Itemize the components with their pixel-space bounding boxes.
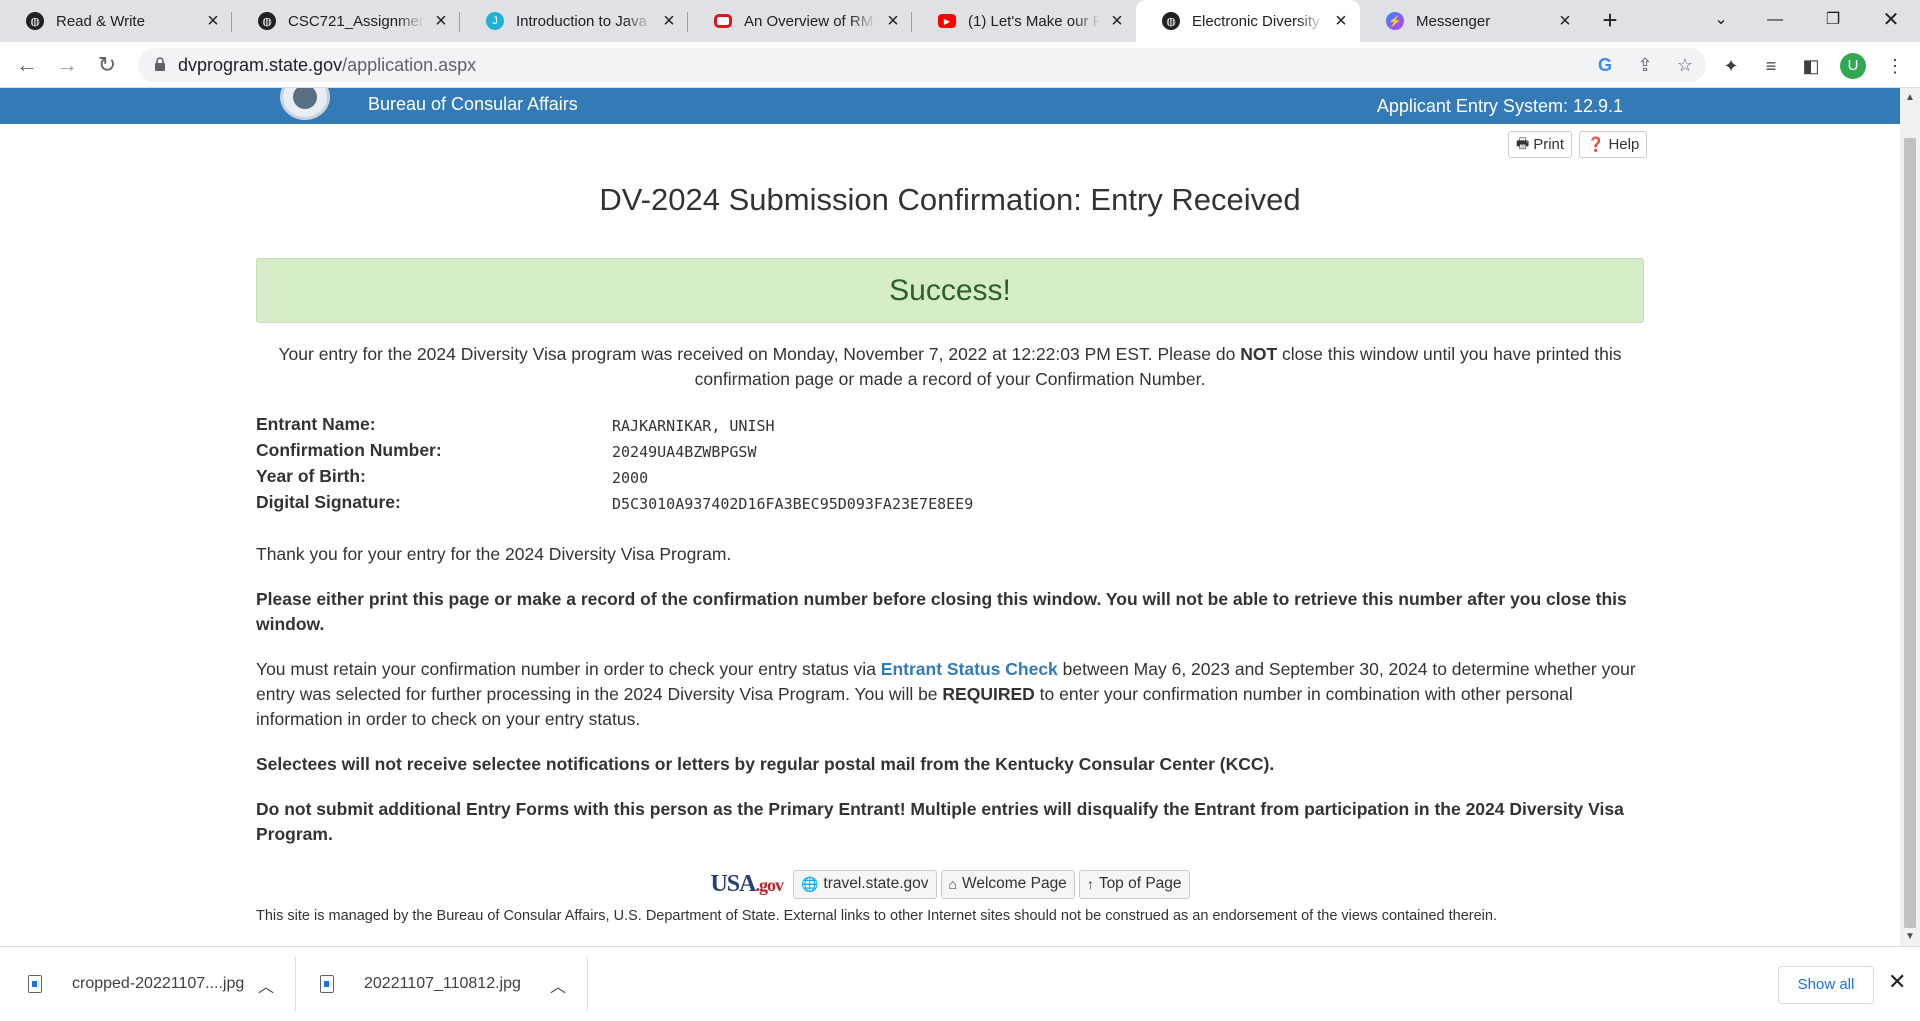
google-lens-icon[interactable]: G xyxy=(1594,54,1616,76)
retain-notice: You must retain your confirmation number… xyxy=(256,659,1636,729)
selectees-notice: Selectees will not receive selectee noti… xyxy=(256,754,1275,774)
close-icon[interactable]: × xyxy=(1556,10,1574,33)
usa-gov-logo[interactable]: USA.gov xyxy=(710,871,783,898)
youtube-icon: ▶ xyxy=(938,14,956,28)
menu-kebab-icon[interactable]: ⋮ xyxy=(1884,55,1906,77)
scrollbar-thumb[interactable] xyxy=(1904,138,1916,928)
chevron-up-icon[interactable]: ︿ xyxy=(258,973,274,997)
reload-button[interactable]: ↻ xyxy=(92,50,122,80)
url-text: dvprogram.state.gov/application.aspx xyxy=(178,55,476,76)
confirmation-number-value: 20249UA4BZWBPGSW xyxy=(612,443,757,461)
back-button[interactable]: ← xyxy=(12,50,42,80)
site-header-bar: Bureau of Consular Affairs Applicant Ent… xyxy=(0,88,1900,124)
window-close-button[interactable]: ✕ xyxy=(1866,0,1916,42)
tab-youtube[interactable]: ▶ (1) Let's Make our Project × xyxy=(912,0,1136,42)
bureau-name: Bureau of Consular Affairs xyxy=(368,94,578,114)
download-item-1[interactable]: cropped-20221107....jpg xyxy=(28,947,244,1021)
messenger-icon: ⚡ xyxy=(1386,12,1404,30)
globe-icon: ◍ xyxy=(258,12,276,30)
close-icon[interactable]: × xyxy=(204,10,222,33)
thanks-text: Thank you for your entry for the 2024 Di… xyxy=(256,544,732,564)
close-icon[interactable]: × xyxy=(660,10,678,33)
tab-read-write[interactable]: ◍ Read & Write × xyxy=(0,0,232,42)
birth-year-value: 2000 xyxy=(612,469,649,487)
image-file-icon xyxy=(320,975,334,993)
page-title: DV-2024 Submission Confirmation: Entry R… xyxy=(599,182,1301,217)
digital-signature-value: D5C3010A937402D16FA3BEC95D093FA23E7E8EE9 xyxy=(612,495,974,513)
top-of-page-button[interactable]: ↑ Top of Page xyxy=(1078,869,1190,899)
page-scrollbar[interactable]: ▲ ▼ xyxy=(1900,88,1920,946)
received-notice: Your entry for the 2024 Diversity Visa p… xyxy=(278,344,1622,389)
download-divider xyxy=(587,957,588,1011)
scroll-down-arrow-icon[interactable]: ▼ xyxy=(1904,931,1916,942)
tab-strip: ◍ Read & Write × ◍ CSC721_Assignment3 × … xyxy=(0,0,1920,42)
detail-row-confirmation: Confirmation Number: 20249UA4BZWBPGSW xyxy=(256,440,757,461)
tab-java-rmi[interactable]: J Introduction to Java RMI × xyxy=(460,0,688,42)
scroll-up-arrow-icon[interactable]: ▲ xyxy=(1904,92,1916,103)
travel-state-gov-button[interactable]: 🌐 travel.state.gov xyxy=(792,869,937,899)
url-host: dvprogram.state.gov xyxy=(178,55,343,75)
department-seal-logo xyxy=(280,88,330,120)
globe-icon: 🌐 xyxy=(800,875,819,892)
side-panel-icon[interactable]: ◧ xyxy=(1800,55,1822,77)
oracle-icon xyxy=(714,14,732,28)
tab-messenger[interactable]: ⚡ Messenger × xyxy=(1360,0,1584,42)
home-icon: ⌂ xyxy=(948,876,957,892)
close-icon[interactable]: × xyxy=(884,10,902,33)
system-version: Applicant Entry System: 12.9.1 xyxy=(1376,96,1623,116)
close-download-bar-icon[interactable]: ✕ xyxy=(1888,969,1906,995)
tab-electronic-dv[interactable]: ◍ Electronic Diversity Visa × xyxy=(1136,0,1360,42)
image-file-icon xyxy=(28,975,42,993)
close-icon[interactable]: × xyxy=(1108,10,1126,33)
browser-toolbar: ← → ↻ dvprogram.state.gov/application.as… xyxy=(0,42,1920,88)
question-circle-icon: ❓ xyxy=(1587,136,1605,152)
close-icon[interactable]: × xyxy=(1332,10,1350,33)
detail-row-signature: Digital Signature: D5C3010A937402D16FA3B… xyxy=(256,492,974,513)
media-control-icon[interactable]: ≡ xyxy=(1760,55,1782,77)
globe-icon: ◍ xyxy=(1162,12,1180,30)
page-viewport: Bureau of Consular Affairs Applicant Ent… xyxy=(0,88,1900,946)
chevron-up-icon[interactable]: ︿ xyxy=(550,973,566,997)
welcome-page-button[interactable]: ⌂ Welcome Page xyxy=(940,869,1075,899)
help-button[interactable]: ❓ Help xyxy=(1579,131,1648,158)
detail-row-name: Entrant Name: RAJKARNIKAR, UNISH xyxy=(256,414,775,435)
url-path: /application.aspx xyxy=(342,55,477,75)
footer-links: USA.gov 🌐 travel.state.gov ⌂ Welcome Page … xyxy=(0,868,1900,900)
restore-button[interactable]: ❐ xyxy=(1808,0,1858,42)
lock-icon xyxy=(155,57,165,71)
entrant-name-value: RAJKARNIKAR, UNISH xyxy=(612,417,775,435)
close-icon[interactable]: × xyxy=(432,10,450,33)
download-bar: cropped-20221107....jpg ︿ 20221107_11081… xyxy=(0,946,1920,1020)
entrant-status-check-link[interactable]: Entrant Status Check xyxy=(881,659,1058,679)
print-warning: Please either print this page or make a … xyxy=(256,589,1627,634)
show-all-button[interactable]: Show all xyxy=(1778,966,1874,1004)
address-bar[interactable]: dvprogram.state.gov/application.aspx G ⇪… xyxy=(138,48,1706,82)
download-item-2[interactable]: 20221107_110812.jpg xyxy=(320,947,521,1021)
extensions-icon[interactable]: ✦ xyxy=(1720,55,1742,77)
profile-avatar[interactable]: U xyxy=(1840,53,1866,79)
site-disclaimer: This site is managed by the Bureau of Co… xyxy=(256,908,1497,924)
entry-details: Entrant Name: RAJKARNIKAR, UNISH Confirm… xyxy=(256,414,1356,518)
minimize-button[interactable]: — xyxy=(1750,0,1800,42)
download-divider xyxy=(295,957,296,1011)
tab-rmi-overview[interactable]: An Overview of RMI Applications × xyxy=(688,0,912,42)
new-tab-button[interactable]: + xyxy=(1598,0,1622,42)
forward-button[interactable]: → xyxy=(52,50,82,80)
print-button[interactable]: 🖶 Print xyxy=(1508,131,1573,158)
printer-icon: 🖶 xyxy=(1516,134,1530,151)
globe-icon: ◍ xyxy=(26,12,44,30)
success-alert: Success! xyxy=(256,258,1644,323)
detail-row-birth-year: Year of Birth: 2000 xyxy=(256,466,649,487)
bookmark-star-icon[interactable]: ☆ xyxy=(1674,54,1696,76)
arrow-up-icon: ↑ xyxy=(1086,876,1094,892)
share-icon[interactable]: ⇪ xyxy=(1634,54,1656,76)
no-additional-entries-warning: Do not submit additional Entry Forms wit… xyxy=(256,799,1624,844)
tab-search-icon[interactable]: ⌄ xyxy=(1696,0,1746,42)
tab-csc721[interactable]: ◍ CSC721_Assignment3 × xyxy=(232,0,460,42)
java-icon: J xyxy=(486,12,504,30)
